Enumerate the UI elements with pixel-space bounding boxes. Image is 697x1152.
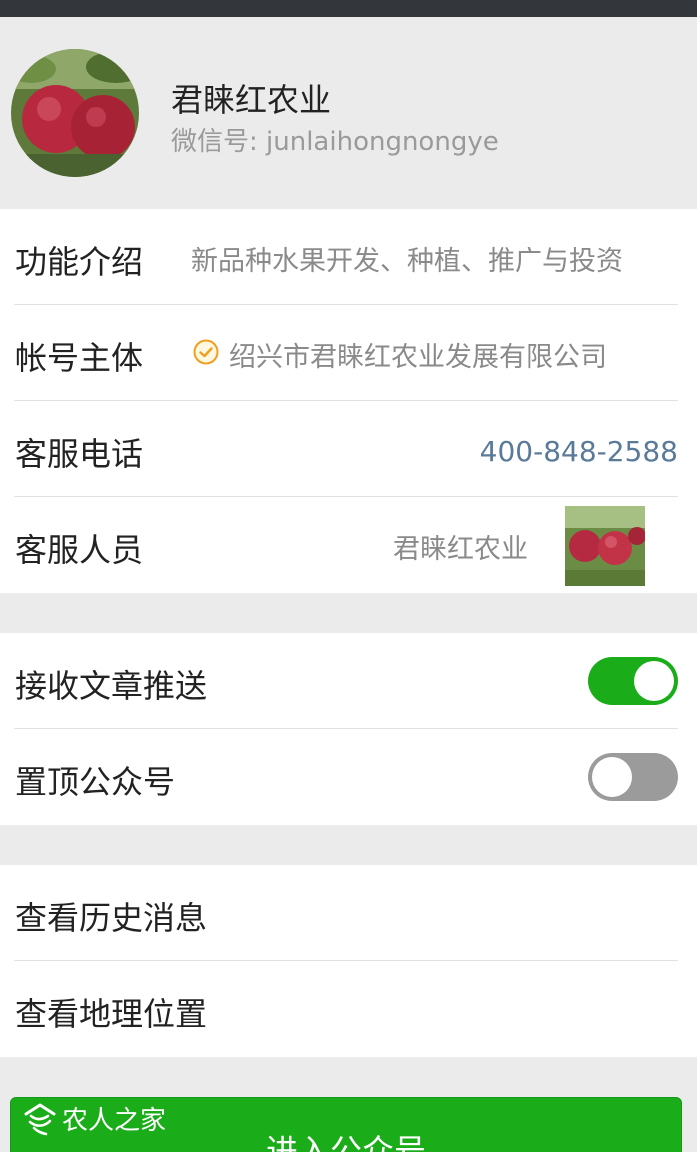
pin-row: 置顶公众号 (0, 729, 697, 825)
links-group: 查看历史消息 查看地理位置 (0, 865, 697, 1057)
location-row[interactable]: 查看地理位置 (0, 961, 697, 1057)
agent-avatar[interactable] (565, 506, 645, 586)
push-label: 接收文章推送 (15, 667, 208, 705)
pin-toggle[interactable] (588, 753, 678, 801)
wechat-id: 微信号: junlaihongnongye (171, 127, 499, 157)
toggle-knob (634, 661, 674, 701)
pin-label: 置顶公众号 (15, 763, 176, 801)
intro-value: 新品种水果开发、种植、推广与投资 (191, 246, 623, 277)
phone-row[interactable]: 客服电话 400-848-2588 (0, 401, 697, 497)
account-name: 君睐红农业 (171, 81, 332, 119)
push-toggle[interactable] (588, 657, 678, 705)
push-row: 接收文章推送 (0, 633, 697, 729)
settings-group: 接收文章推送 置顶公众号 (0, 633, 697, 825)
profile-header: 君睐红农业 微信号: junlaihongnongye (0, 17, 697, 209)
account-avatar[interactable] (11, 49, 139, 177)
verified-icon (193, 339, 219, 365)
info-group: 功能介绍 新品种水果开发、种植、推广与投资 帐号主体 绍兴市君睐红农业发展有限公… (0, 209, 697, 593)
toggle-knob (592, 757, 632, 797)
entity-row[interactable]: 帐号主体 绍兴市君睐红农业发展有限公司 (0, 305, 697, 401)
watermark: 农人之家 (22, 1100, 166, 1137)
agent-label: 客服人员 (15, 531, 144, 569)
entity-value: 绍兴市君睐红农业发展有限公司 (229, 342, 607, 373)
agent-row[interactable]: 客服人员 君睐红农业 (0, 497, 697, 593)
entity-label: 帐号主体 (15, 339, 144, 377)
intro-row: 功能介绍 新品种水果开发、种植、推广与投资 (0, 209, 697, 305)
status-bar (0, 0, 697, 17)
watermark-text: 农人之家 (62, 1106, 167, 1136)
location-label: 查看地理位置 (15, 995, 208, 1033)
agent-value: 君睐红农业 (393, 534, 528, 565)
watermark-logo-icon (24, 1103, 56, 1135)
history-row[interactable]: 查看历史消息 (0, 865, 697, 961)
phone-link[interactable]: 400-848-2588 (480, 435, 678, 468)
phone-label: 客服电话 (15, 435, 144, 473)
history-label: 查看历史消息 (15, 899, 208, 937)
intro-label: 功能介绍 (15, 243, 144, 281)
